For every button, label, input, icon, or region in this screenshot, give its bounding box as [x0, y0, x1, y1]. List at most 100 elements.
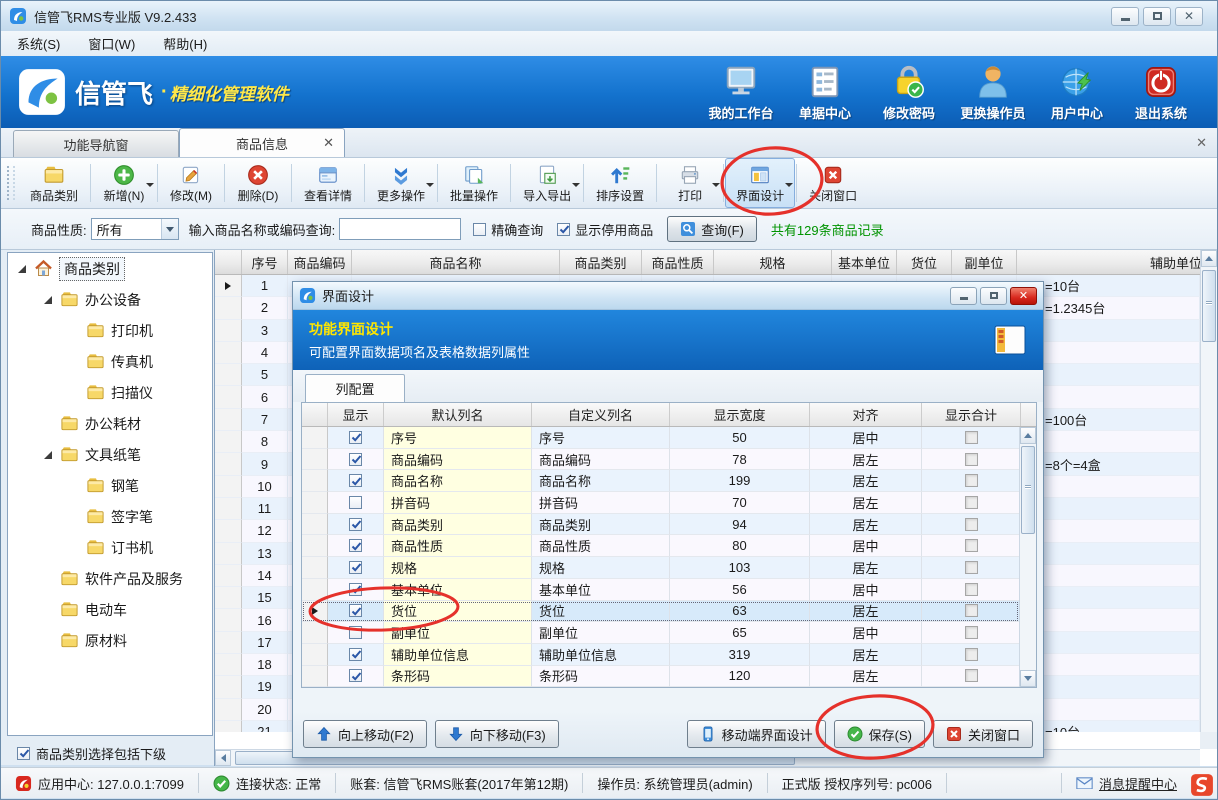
- show-disabled-checkbox[interactable]: [557, 223, 570, 236]
- table-cell[interactable]: 商品名称: [532, 470, 670, 492]
- table-cell[interactable]: 居左: [810, 449, 922, 471]
- banner-action-lock[interactable]: 修改密码: [867, 63, 951, 122]
- table-cell[interactable]: 居中: [810, 622, 922, 644]
- tabstrip-close-icon[interactable]: ✕: [1196, 136, 1207, 149]
- show-column-checkbox[interactable]: [349, 604, 362, 617]
- column-header-商品编码[interactable]: 商品编码: [288, 250, 352, 274]
- config-row-商品编码[interactable]: 商品编码商品编码78居左: [302, 449, 1019, 471]
- tree-item-钢笔[interactable]: 钢笔: [8, 470, 212, 501]
- toolbar-button-batch[interactable]: 批量操作: [439, 158, 509, 208]
- config-row-拼音码[interactable]: 拼音码拼音码70居左: [302, 492, 1019, 514]
- include-sub-categories-checkbox[interactable]: [17, 747, 30, 760]
- column-header-辅助单位[interactable]: 辅助单位: [1017, 250, 1217, 274]
- show-sum-checkbox[interactable]: [965, 604, 978, 617]
- toolbar-button-add[interactable]: 新增(N): [92, 158, 156, 208]
- chevron-down-icon[interactable]: [572, 183, 580, 187]
- table-cell[interactable]: 居中: [810, 535, 922, 557]
- move-down-button[interactable]: 向下移动(F3): [435, 720, 559, 748]
- tree-item-传真机[interactable]: 传真机: [8, 346, 212, 377]
- column-header-商品性质[interactable]: 商品性质: [642, 250, 714, 274]
- show-column-checkbox[interactable]: [349, 669, 362, 682]
- table-cell[interactable]: 居左: [810, 644, 922, 666]
- table-cell[interactable]: 基本单位: [532, 579, 670, 601]
- show-sum-checkbox[interactable]: [965, 431, 978, 444]
- expanded-triangle-icon[interactable]: [44, 296, 52, 304]
- toolbar-button-close-window[interactable]: 关闭窗口: [798, 158, 868, 208]
- exact-query-checkbox[interactable]: [473, 223, 486, 236]
- table-cell[interactable]: 辅助单位信息: [532, 644, 670, 666]
- scroll-left-icon[interactable]: [215, 750, 231, 766]
- nature-select[interactable]: 所有: [91, 218, 179, 240]
- table-cell[interactable]: 80: [670, 535, 810, 557]
- save-button[interactable]: 保存(S): [834, 720, 925, 748]
- show-sum-checkbox[interactable]: [965, 669, 978, 682]
- dialog-minimize-button[interactable]: [950, 287, 977, 305]
- show-sum-checkbox[interactable]: [965, 561, 978, 574]
- config-row-货位[interactable]: 货位货位63居左: [302, 601, 1019, 623]
- banner-action-person[interactable]: 更换操作员: [951, 63, 1035, 122]
- show-column-checkbox[interactable]: [349, 496, 362, 509]
- config-row-商品类别[interactable]: 商品类别商品类别94居左: [302, 514, 1019, 536]
- table-cell[interactable]: 94: [670, 514, 810, 536]
- expanded-triangle-icon[interactable]: [18, 265, 26, 273]
- table-cell[interactable]: 199: [670, 470, 810, 492]
- tab-column-config[interactable]: 列配置: [305, 374, 405, 402]
- show-sum-checkbox[interactable]: [965, 496, 978, 509]
- config-row-条形码[interactable]: 条形码条形码120居左: [302, 666, 1019, 687]
- toolbar-button-import-export[interactable]: 导入导出: [512, 158, 582, 208]
- vscroll-thumb[interactable]: [1202, 270, 1216, 342]
- banner-action-monitor[interactable]: 我的工作台: [699, 63, 783, 122]
- table-cell[interactable]: 拼音码: [532, 492, 670, 514]
- banner-action-document-list[interactable]: 单据中心: [783, 63, 867, 122]
- menu-item[interactable]: 帮助(H): [163, 34, 207, 53]
- show-column-checkbox[interactable]: [349, 583, 362, 596]
- toolbar-button-delete[interactable]: 删除(D): [226, 158, 290, 208]
- maximize-button[interactable]: [1143, 7, 1171, 26]
- tree-item-软件产品及服务[interactable]: 软件产品及服务: [8, 563, 212, 594]
- table-cell[interactable]: 条形码: [532, 666, 670, 687]
- mobile-design-button[interactable]: 移动端界面设计: [687, 720, 826, 748]
- column-header-商品名称[interactable]: 商品名称: [352, 250, 560, 274]
- toolbar-button-design[interactable]: 界面设计: [725, 158, 795, 208]
- search-input[interactable]: [339, 218, 461, 240]
- tree-item-办公设备[interactable]: 办公设备: [8, 284, 212, 315]
- column-header-显示宽度[interactable]: 显示宽度: [670, 403, 810, 426]
- menu-item[interactable]: 系统(S): [17, 34, 60, 53]
- chevron-down-icon[interactable]: [426, 183, 434, 187]
- show-sum-checkbox[interactable]: [965, 474, 978, 487]
- scroll-down-icon[interactable]: [1020, 670, 1036, 687]
- column-header-副单位[interactable]: 副单位: [952, 250, 1017, 274]
- minimize-button[interactable]: [1111, 7, 1139, 26]
- table-cell[interactable]: 120: [670, 666, 810, 687]
- table-cell[interactable]: 居左: [810, 492, 922, 514]
- banner-action-globe[interactable]: 用户中心: [1035, 63, 1119, 122]
- show-sum-checkbox[interactable]: [965, 583, 978, 596]
- show-column-checkbox[interactable]: [349, 626, 362, 639]
- column-header-基本单位[interactable]: 基本单位: [832, 250, 897, 274]
- tree-item-打印机[interactable]: 打印机: [8, 315, 212, 346]
- table-cell[interactable]: 居中: [810, 427, 922, 449]
- table-cell[interactable]: 居左: [810, 666, 922, 687]
- config-row-商品名称[interactable]: 商品名称商品名称199居左: [302, 470, 1019, 492]
- config-row-序号[interactable]: 序号序号50居中: [302, 427, 1019, 449]
- show-column-checkbox[interactable]: [349, 474, 362, 487]
- show-column-checkbox[interactable]: [349, 648, 362, 661]
- product-table-vscrollbar[interactable]: [1200, 250, 1217, 749]
- dialog-close-button[interactable]: ✕: [1010, 287, 1037, 305]
- toolbar-button-detail[interactable]: 查看详情: [293, 158, 363, 208]
- table-cell[interactable]: 商品性质: [532, 535, 670, 557]
- tab-close-icon[interactable]: ✕: [323, 135, 334, 151]
- vscroll-thumb[interactable]: [1021, 446, 1035, 534]
- show-column-checkbox[interactable]: [349, 518, 362, 531]
- show-column-checkbox[interactable]: [349, 453, 362, 466]
- move-up-button[interactable]: 向上移动(F2): [303, 720, 427, 748]
- chevron-down-icon[interactable]: [712, 183, 720, 187]
- dialog-close-window-button[interactable]: 关闭窗口: [933, 720, 1033, 748]
- tree-item-电动车[interactable]: 电动车: [8, 594, 212, 625]
- toolbar-button-sort[interactable]: 排序设置: [585, 158, 655, 208]
- expanded-triangle-icon[interactable]: [44, 451, 52, 459]
- chevron-down-icon[interactable]: [161, 219, 178, 239]
- chevron-down-icon[interactable]: [146, 183, 154, 187]
- table-cell[interactable]: 居左: [810, 514, 922, 536]
- toolbar-grip[interactable]: [7, 166, 15, 200]
